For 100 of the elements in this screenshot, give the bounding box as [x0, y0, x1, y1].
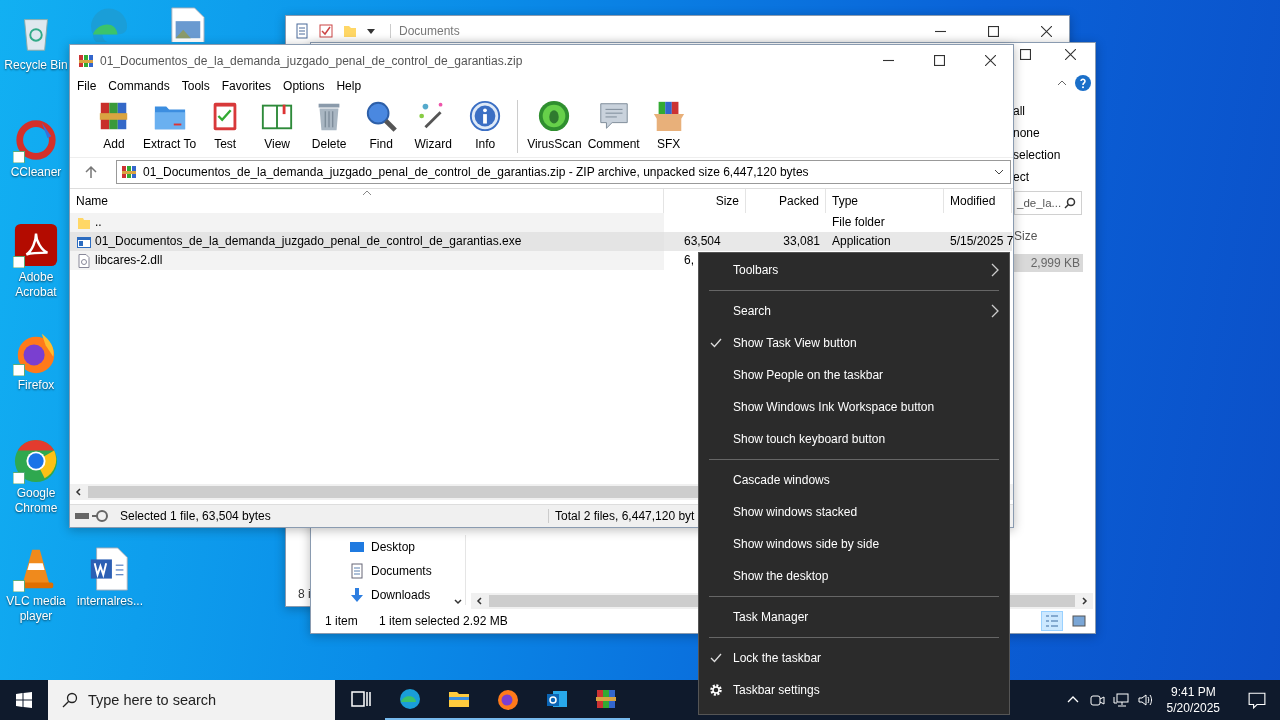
icon-label: Google Chrome — [13, 486, 59, 516]
notifications-icon[interactable] — [1248, 691, 1266, 709]
clock-date[interactable]: 5/20/2025 — [1166, 700, 1220, 716]
maximize-icon[interactable] — [988, 25, 999, 37]
scroll-left-icon[interactable] — [475, 596, 485, 606]
scroll-right-icon[interactable] — [1079, 596, 1089, 606]
chevron-right-icon — [991, 304, 999, 318]
ribbon-command[interactable]: none — [1013, 125, 1061, 142]
search-field[interactable]: _de_la... — [1014, 191, 1082, 215]
toolbar-button[interactable]: View — [251, 96, 304, 157]
icon-label: internalres... — [77, 594, 143, 609]
menu-item[interactable]: Options — [283, 79, 325, 93]
table-cell-text: File folder — [831, 214, 886, 231]
menu-item[interactable]: Show the desktop — [699, 560, 1009, 592]
menu-item[interactable]: Favorites — [221, 79, 272, 93]
toolbar-button[interactable]: SFX — [642, 96, 695, 157]
menu-item[interactable]: Help — [336, 79, 362, 93]
ribbon-command[interactable]: selection — [1013, 147, 1061, 164]
menu-item[interactable]: Show Windows Ink Workspace button — [699, 391, 1009, 423]
windows-logo-icon[interactable] — [16, 692, 32, 708]
menu-item[interactable]: Lock the taskbar — [699, 642, 1009, 674]
toolbar-button[interactable]: Add — [88, 96, 140, 157]
menu-item[interactable]: File — [77, 79, 97, 93]
ribbon-command[interactable]: ect — [1013, 169, 1061, 186]
menu-item[interactable]: Show windows side by side — [699, 528, 1009, 560]
toolbar-button[interactable]: Test — [199, 96, 252, 157]
up-arrow-icon[interactable] — [84, 165, 98, 179]
close-icon[interactable] — [1065, 49, 1076, 60]
menu-item[interactable]: Show Task View button — [699, 327, 1009, 359]
menu-item[interactable]: Show People on the taskbar — [699, 359, 1009, 391]
name-cell[interactable]: libcares-2.dll — [70, 251, 664, 270]
toolbar-button[interactable]: Info — [459, 96, 512, 157]
toolbar-button[interactable]: Wizard — [407, 96, 460, 157]
browser-icon — [397, 687, 422, 711]
camera-icon[interactable] — [1088, 692, 1105, 708]
gear-file-icon — [77, 253, 91, 268]
name-cell[interactable]: .. — [70, 213, 664, 232]
monitor-icon — [349, 539, 365, 555]
table-cell: 33,081 — [746, 232, 826, 251]
menu-item[interactable]: Taskbar settings — [699, 674, 1009, 706]
toolbar-button[interactable]: Find — [355, 96, 408, 157]
table-cell: Application — [826, 232, 944, 251]
column-header[interactable]: Packed — [746, 189, 826, 213]
chrome-icon[interactable] — [13, 438, 59, 484]
close-icon[interactable] — [985, 55, 996, 66]
icon-label: Adobe Acrobat — [14, 270, 58, 300]
collapse-icon[interactable] — [1057, 78, 1067, 88]
scroll-down-icon[interactable] — [453, 597, 463, 607]
magnifier-icon — [364, 99, 399, 133]
close-icon[interactable] — [1041, 25, 1052, 37]
toolbar-button[interactable]: Extract To — [140, 96, 200, 157]
ribbon-command[interactable]: all — [1013, 103, 1061, 120]
menu-item[interactable]: Commands — [108, 79, 170, 93]
box-icon — [651, 99, 686, 133]
menu-item[interactable]: Cascade windows — [699, 464, 1009, 496]
column-header[interactable]: Size — [1014, 229, 1038, 243]
table-cell: 5/15/2025 7 — [944, 232, 1012, 251]
menu-item[interactable]: Show touch keyboard button — [699, 423, 1009, 455]
folder-icon — [77, 215, 91, 230]
info-icon — [468, 99, 503, 133]
help-icon[interactable] — [1075, 75, 1091, 91]
checklist-icon[interactable] — [318, 23, 334, 39]
clock-time[interactable]: 9:41 PM — [1170, 684, 1216, 700]
window-title: 01_Documentos_de_la_demanda_juzgado_penal_de_control_de_garantias.zip — [100, 53, 523, 68]
column-header[interactable]: Modified — [944, 189, 1012, 213]
dropdown-icon[interactable] — [994, 167, 1004, 177]
network-icon[interactable] — [1112, 692, 1129, 708]
maximize-icon[interactable] — [934, 55, 945, 66]
drive-key-icon — [74, 509, 110, 523]
status-text: 1 item selected — [379, 614, 461, 628]
volume-icon[interactable] — [1136, 692, 1153, 708]
maximize-icon[interactable] — [1020, 49, 1031, 60]
nav-item[interactable]: Desktop — [349, 535, 465, 559]
chevron-right-icon — [991, 263, 999, 277]
toolbar-button[interactable]: VirusScan — [524, 96, 585, 157]
path-field[interactable]: 01_Documentos_de_la_demanda_juzgado_penal_de_control_de_garantias.zip - ZIP archive, unpacked size 6,447,120 bytes — [116, 160, 1011, 184]
file-name: 01_Documentos_de_la_demanda_juzgado_penal_de_control_de_garantias.exe — [95, 233, 522, 250]
menu-item[interactable]: Task Manager — [699, 601, 1009, 633]
settings-icon — [709, 683, 723, 697]
nav-item[interactable]: Documents — [349, 559, 465, 583]
menu-item[interactable]: Show windows stacked — [699, 496, 1009, 528]
acrobat-icon[interactable] — [13, 222, 59, 268]
status-text: 1 item — [325, 614, 359, 628]
menu-item[interactable]: Search — [699, 295, 1009, 327]
name-cell[interactable]: 01_Documentos_de_la_demanda_juzgado_penal_de_control_de_garantias.exe — [70, 232, 664, 251]
search-field[interactable]: Type here to search — [48, 680, 335, 720]
scroll-left-icon[interactable] — [74, 487, 84, 497]
toolbar-button[interactable]: Comment — [584, 96, 643, 157]
search-icon — [62, 692, 78, 708]
nav-item[interactable]: Downloads — [349, 583, 465, 607]
column-header[interactable]: Size — [664, 189, 746, 213]
menu-item[interactable]: Tools — [181, 79, 210, 93]
status-text: 2.92 MB — [463, 614, 508, 628]
column-header[interactable]: Type — [826, 189, 944, 213]
toolbar-button[interactable]: Delete — [303, 96, 356, 157]
thumbnail-view-icon[interactable] — [1069, 612, 1089, 630]
menu-item[interactable]: Toolbars — [699, 254, 1009, 286]
search-icon — [1064, 197, 1077, 209]
file-name: .. — [95, 214, 102, 231]
dropdown-icon[interactable] — [366, 26, 376, 36]
